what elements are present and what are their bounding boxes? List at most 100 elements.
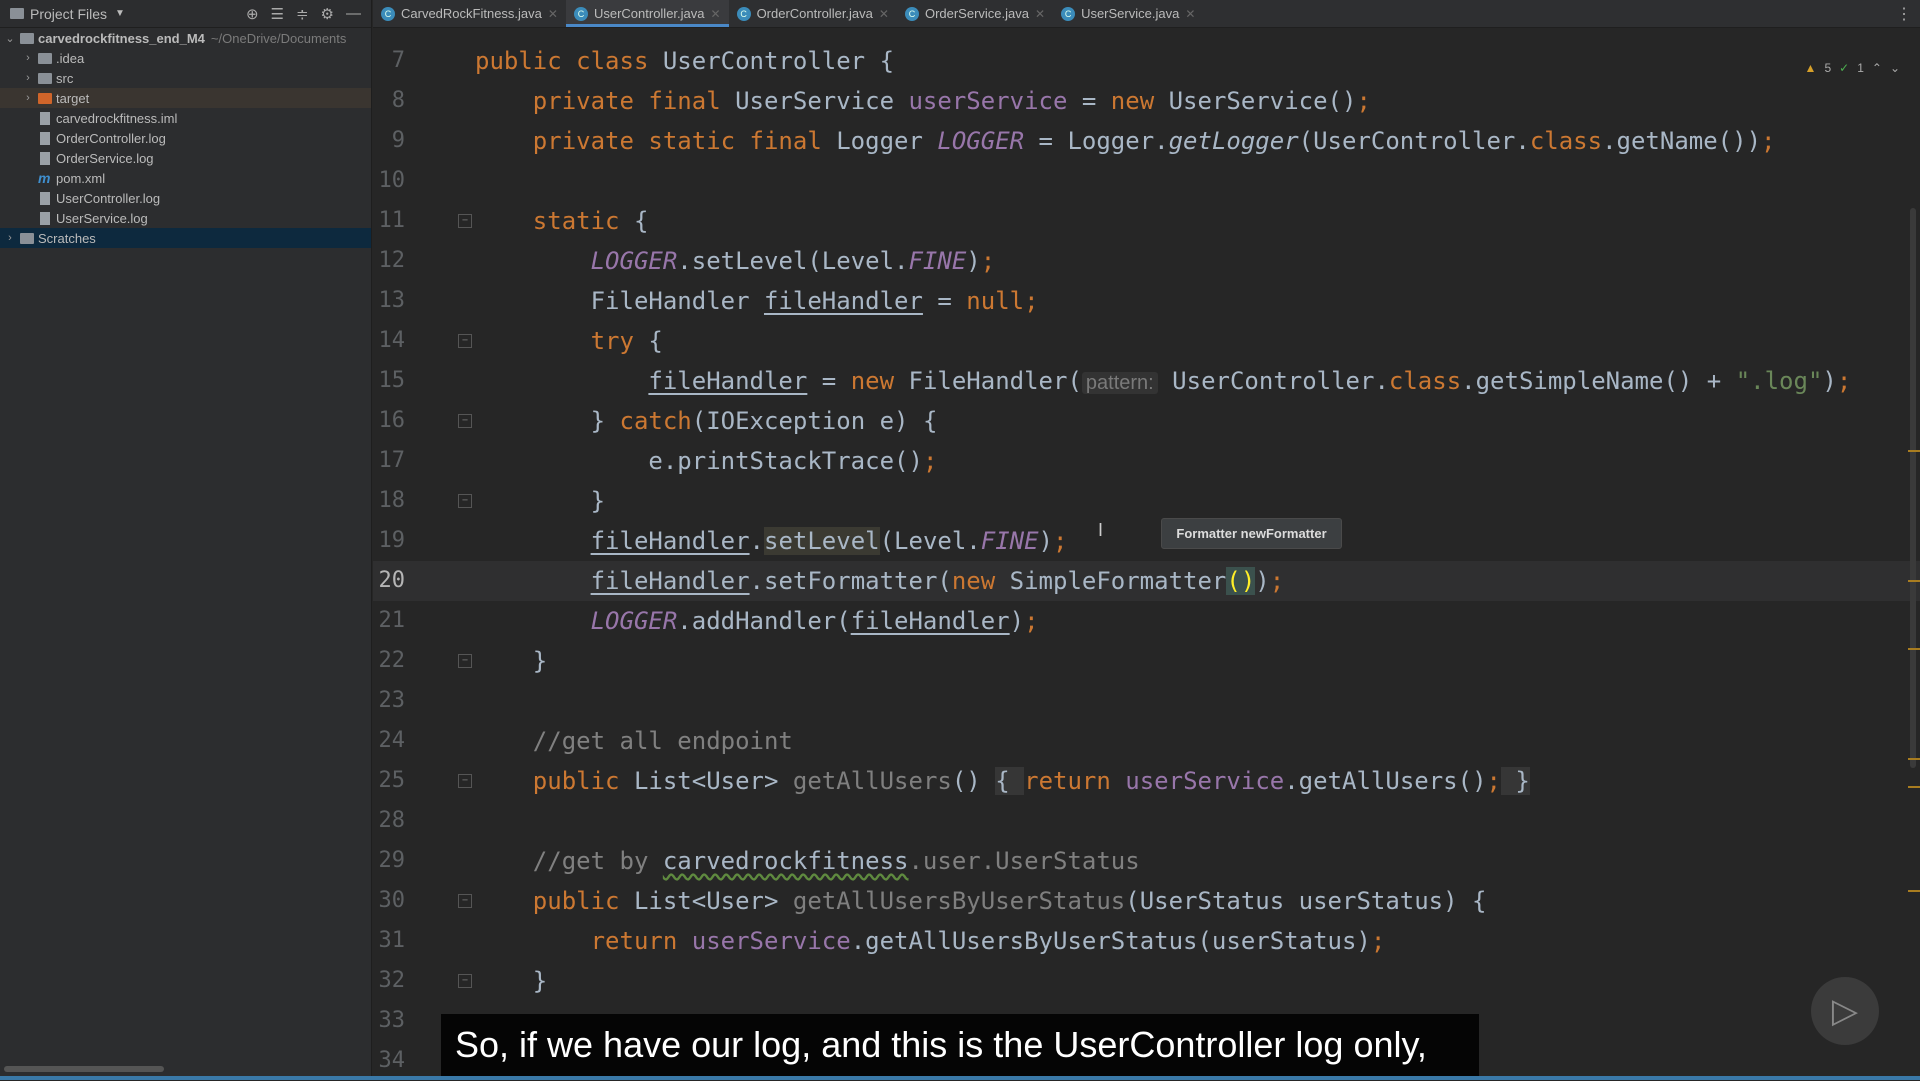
error-stripe-mark[interactable]	[1908, 890, 1920, 892]
code-line[interactable]: 8 private final UserService userService …	[373, 81, 1920, 121]
tab-carvedrockfitness[interactable]: C CarvedRockFitness.java ✕	[373, 0, 566, 27]
line-number[interactable]: 13	[373, 281, 406, 321]
line-number[interactable]: 11	[373, 201, 406, 241]
fold-icon[interactable]: −	[458, 894, 472, 908]
code-line[interactable]: 31 return userService.getAllUsersByUserS…	[373, 921, 1920, 961]
code-line[interactable]: 7 public class UserController {	[373, 41, 1920, 81]
tree-item[interactable]: carvedrockfitness.iml	[0, 108, 371, 128]
tree-item[interactable]: OrderController.log	[0, 128, 371, 148]
line-number[interactable]: 34	[373, 1041, 406, 1081]
chevron-right-icon[interactable]: ›	[22, 52, 34, 64]
chevron-right-icon[interactable]: ›	[4, 232, 16, 244]
code-line[interactable]: 17 e.printStackTrace();	[373, 441, 1920, 481]
locate-icon[interactable]: ⊕	[246, 5, 259, 23]
code-line[interactable]: 30 − public List<User> getAllUsersByUserS…	[373, 881, 1920, 921]
tree-item[interactable]: m pom.xml	[0, 168, 371, 188]
line-number[interactable]: 12	[373, 241, 406, 281]
line-number[interactable]: 7	[373, 41, 405, 81]
chevron-right-icon[interactable]: ›	[22, 92, 34, 104]
tab-usercontroller[interactable]: C UserController.java ✕	[565, 0, 729, 27]
code-editor[interactable]: ▲ 5 ✓ 1 ⌃ ⌄ 7 public class UserController…	[373, 28, 1920, 1080]
line-number[interactable]: 31	[373, 921, 406, 961]
line-number[interactable]: 22	[373, 641, 406, 681]
tree-item-scratches[interactable]: › Scratches	[0, 228, 371, 248]
tree-item[interactable]: OrderService.log	[0, 148, 371, 168]
tree-item[interactable]: › target	[0, 88, 371, 108]
hide-icon[interactable]: —	[346, 5, 361, 23]
line-number[interactable]: 28	[373, 801, 406, 841]
chevron-down-icon[interactable]: ▼	[115, 8, 125, 19]
fold-icon[interactable]: −	[458, 334, 472, 348]
code-line[interactable]: 23	[373, 681, 1920, 721]
fold-icon[interactable]: −	[458, 654, 472, 668]
collapse-all-icon[interactable]: ≑	[296, 5, 309, 23]
line-number[interactable]: 15	[373, 361, 406, 401]
code-line[interactable]: 21 LOGGER.addHandler(fileHandler);	[373, 601, 1920, 641]
code-line[interactable]: 24 //get all endpoint	[373, 721, 1920, 761]
code-line[interactable]: 18 − }	[373, 481, 1920, 521]
code-line[interactable]: 12 LOGGER.setLevel(Level.FINE);	[373, 241, 1920, 281]
code-line[interactable]: 15 fileHandler = new FileHandler(pattern…	[373, 361, 1920, 401]
code-line[interactable]: 22 − }	[373, 641, 1920, 681]
line-number[interactable]: 19	[373, 521, 406, 561]
line-number[interactable]: 29	[373, 841, 406, 881]
code-line[interactable]: 10	[373, 161, 1920, 201]
tree-item[interactable]: › src	[0, 68, 371, 88]
tree-item[interactable]: UserController.log	[0, 188, 371, 208]
line-number[interactable]: 33	[373, 1001, 406, 1041]
line-number[interactable]: 30	[373, 881, 406, 921]
tree-root[interactable]: ⌄ carvedrockfitness_end_M4 ~/OneDrive/Do…	[0, 28, 371, 48]
code-line[interactable]: 20 fileHandler.setFormatter(new SimpleFo…	[373, 561, 1920, 601]
code-line[interactable]: 13 FileHandler fileHandler = null;	[373, 281, 1920, 321]
code-line[interactable]: 29 //get by carvedrockfitness.user.UserS…	[373, 841, 1920, 881]
error-stripe-mark[interactable]	[1908, 758, 1920, 760]
code-line[interactable]: 28	[373, 801, 1920, 841]
line-number[interactable]: 18	[373, 481, 406, 521]
close-icon[interactable]: ✕	[879, 7, 889, 21]
error-stripe-mark[interactable]	[1908, 580, 1920, 582]
fold-icon[interactable]: −	[458, 214, 472, 228]
fold-icon[interactable]: −	[458, 974, 472, 988]
code-line[interactable]: 11 − static {	[373, 201, 1920, 241]
project-view-selector[interactable]: Project Files	[30, 6, 107, 22]
line-number[interactable]: 10	[373, 161, 406, 201]
error-stripe-mark[interactable]	[1908, 648, 1920, 650]
fold-icon[interactable]: −	[458, 414, 472, 428]
tab-orderservice[interactable]: C OrderService.java ✕	[897, 0, 1053, 27]
line-number[interactable]: 23	[373, 681, 406, 721]
close-icon[interactable]: ✕	[1185, 7, 1195, 21]
editor-scrollbar[interactable]	[1910, 208, 1916, 768]
code-line[interactable]: 19 fileHandler.setLevel(Level.FINE);	[373, 521, 1920, 561]
line-number[interactable]: 16	[373, 401, 406, 441]
line-number[interactable]: 21	[373, 601, 406, 641]
close-icon[interactable]: ✕	[1035, 7, 1045, 21]
tree-item[interactable]: › .idea	[0, 48, 371, 68]
line-number[interactable]: 8	[373, 81, 405, 121]
fold-icon[interactable]: −	[458, 494, 472, 508]
line-number[interactable]: 24	[373, 721, 406, 761]
sidebar-scrollbar[interactable]	[4, 1066, 164, 1072]
error-stripe-mark[interactable]	[1908, 450, 1920, 452]
more-icon[interactable]: ⋮	[1896, 4, 1912, 24]
gear-icon[interactable]: ⚙	[321, 5, 334, 23]
code-line[interactable]: 25 − public List<User> getAllUsers() { re…	[373, 761, 1920, 801]
fold-icon[interactable]: −	[458, 774, 472, 788]
line-number[interactable]: 32	[373, 961, 406, 1001]
tree-item[interactable]: UserService.log	[0, 208, 371, 228]
line-number[interactable]: 20	[373, 561, 406, 601]
chevron-down-icon[interactable]: ⌄	[4, 32, 16, 45]
code-line[interactable]: 16 − } catch(IOException e) {	[373, 401, 1920, 441]
line-number[interactable]: 25	[373, 761, 406, 801]
code-line[interactable]: 9 private static final Logger LOGGER = L…	[373, 121, 1920, 161]
close-icon[interactable]: ✕	[548, 7, 558, 21]
tab-userservice[interactable]: C UserService.java ✕	[1053, 0, 1203, 27]
play-icon[interactable]: ▷	[1811, 977, 1879, 1045]
expand-all-icon[interactable]: ☰	[271, 5, 284, 23]
line-number[interactable]: 14	[373, 321, 406, 361]
tab-ordercontroller[interactable]: C OrderController.java ✕	[729, 0, 897, 27]
line-number[interactable]: 9	[373, 121, 405, 161]
code-line[interactable]: 32 − }	[373, 961, 1920, 1001]
chevron-right-icon[interactable]: ›	[22, 72, 34, 84]
close-icon[interactable]: ✕	[711, 7, 721, 21]
error-stripe-mark[interactable]	[1908, 786, 1920, 788]
